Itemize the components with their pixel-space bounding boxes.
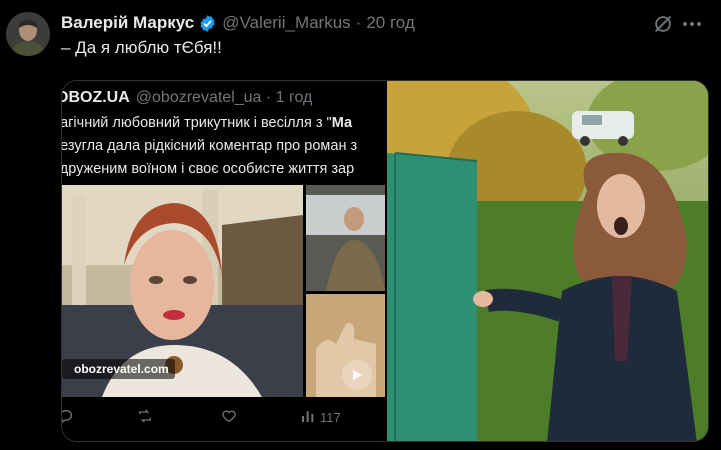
author-name[interactable]: Валерій Маркус [61, 13, 194, 33]
quoted-line-1: рагічний любовний трикутник і весілля з … [62, 115, 352, 131]
quoted-line-3: одруженим воїном і своє особисте життя з… [62, 161, 355, 177]
views-count: 117 [320, 410, 341, 425]
quoted-tweet-screenshot[interactable]: OBOZ.UA @obozrevatel_ua · 1 год рагічний … [62, 81, 385, 441]
views-icon [300, 408, 316, 427]
avatar[interactable] [6, 12, 50, 56]
quoted-handle: @obozrevatel_ua [135, 89, 262, 106]
media-container[interactable]: OBOZ.UA @obozrevatel_ua · 1 год рагічний … [61, 80, 709, 442]
tweet-text: – Да я люблю тЄбя!! [61, 38, 222, 57]
timestamp[interactable]: 20 год [366, 13, 414, 33]
quoted-time: 1 год [275, 89, 313, 106]
quoted-line-1-text: рагічний любовний трикутник і весілля з … [62, 115, 332, 131]
quoted-line-1-bold: Ма [331, 115, 353, 131]
reply-icon [62, 408, 74, 424]
quoted-source: OBOZ.UA [62, 89, 130, 106]
quoted-separator: · [265, 89, 272, 106]
tweet-header: Валерій Маркус @Valerii_Markus · 20 год [61, 12, 415, 34]
quoted-photos: obozrevatel.com [62, 185, 385, 397]
photo-soldier [306, 185, 385, 291]
author-handle[interactable]: @Valerii_Markus [222, 13, 350, 33]
grok-icon[interactable] [652, 13, 674, 35]
views-stat: 117 [300, 408, 341, 427]
separator-dot: · [355, 13, 362, 32]
play-icon[interactable] [342, 360, 372, 390]
more-icon[interactable] [680, 13, 704, 35]
quoted-actions: 117 [62, 405, 385, 435]
retweet-icon [136, 408, 154, 424]
quoted-header: OBOZ.UA @obozrevatel_ua · 1 год [62, 89, 312, 107]
photo-woman-screaming[interactable] [387, 81, 708, 441]
like-icon [220, 408, 238, 424]
watermark: obozrevatel.com [62, 359, 175, 379]
photo-thumbs-up [306, 294, 385, 397]
quoted-line-2: безугла дала рідкісний коментар про рома… [62, 138, 358, 154]
photo-woman-selfie: obozrevatel.com [62, 185, 303, 397]
verified-badge-icon [198, 14, 217, 33]
